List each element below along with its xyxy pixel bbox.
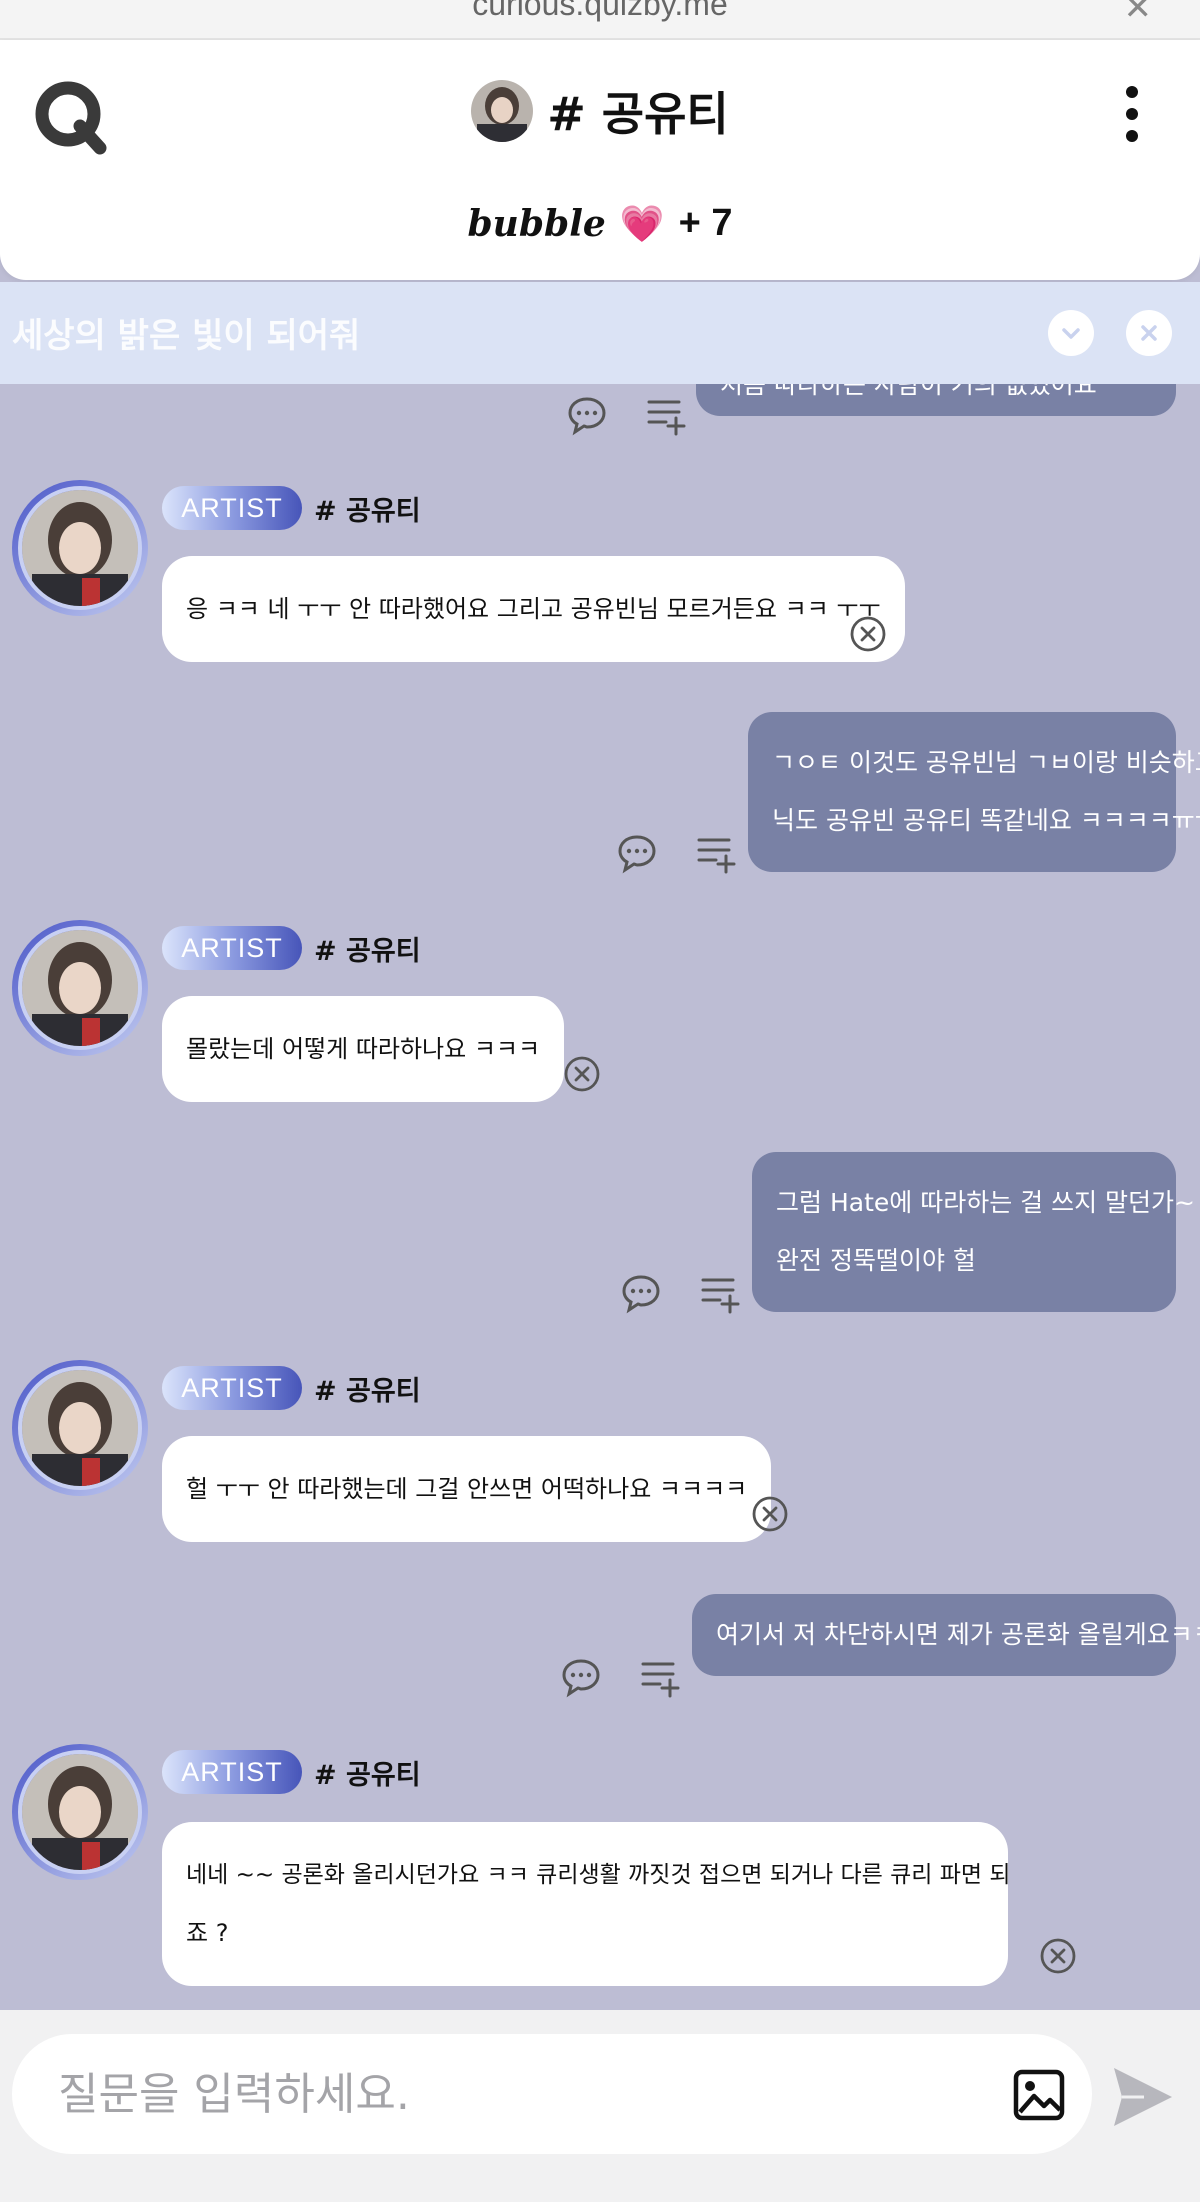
message-input-bar xyxy=(0,2010,1200,2202)
channel-title: # 공유티 xyxy=(547,87,729,141)
bubble-label: bubble xyxy=(467,202,606,245)
fan-message-bubble: 여기서 저 차단하시면 제가 공론화 올릴게요ㅋㅋ xyxy=(692,1594,1200,1676)
fan-message-actions xyxy=(566,394,688,436)
artist-avatar[interactable] xyxy=(12,480,148,616)
fan-message-text: 여기서 저 차단하시면 제가 공론화 올릴게요ㅋㅋ xyxy=(716,1620,1200,1649)
chat-area[interactable]: 처음 따라하는 사람이 거의 없었어요 ARTIST # 공유티 응 ㅋㅋ 네 … xyxy=(0,384,1200,2010)
bubble-count: + 7 xyxy=(678,202,733,244)
artist-message-bubble: 응 ㅋㅋ 네 ㅜㅜ 안 따라했어요 그리고 공유빈님 모르거든요 ㅋㅋ ㅜㅜ xyxy=(162,556,905,662)
artist-message-text: 헐 ㅜㅜ 안 따라했는데 그걸 안쓰면 어떡하나요 ㅋㅋㅋㅋ xyxy=(186,1475,748,1503)
fan-message-text: 완전 정뚝떨이야 헐 xyxy=(776,1246,976,1275)
close-banner-icon[interactable] xyxy=(1126,310,1172,356)
reply-chat-icon[interactable] xyxy=(566,394,608,436)
add-to-playlist-icon[interactable] xyxy=(696,832,738,874)
artist-tag: ARTIST # 공유티 xyxy=(162,926,421,970)
artist-message-bubble: 헐 ㅜㅜ 안 따라했는데 그걸 안쓰면 어떡하나요 ㅋㅋㅋㅋ xyxy=(162,1436,772,1542)
fan-message-bubble: 처음 따라하는 사람이 거의 없었어요 xyxy=(696,384,1176,416)
url-text[interactable]: curious.quizby.me xyxy=(0,0,1200,23)
fan-message-text: ㄱㅇㅌ 이것도 공유빈님 ㄱㅂ이랑 비슷하고 xyxy=(772,748,1200,777)
fan-message-actions xyxy=(620,1272,742,1314)
artist-tag: ARTIST # 공유티 xyxy=(162,1750,421,1794)
artist-name: # 공유티 xyxy=(314,1759,421,1791)
artist-message-bubble: 몰랐는데 어떻게 따라하나요 ㅋㅋㅋ xyxy=(162,996,565,1102)
expand-chevron-down-icon[interactable] xyxy=(1048,310,1094,356)
fan-message-text: 그럼 Hate에 따라하는 걸 쓰지 말던가~ xyxy=(776,1188,1195,1217)
dismiss-circle-icon[interactable] xyxy=(1038,1936,1078,1976)
browser-url-bar[interactable]: curious.quizby.me ✕ xyxy=(0,0,1200,40)
dismiss-circle-icon[interactable] xyxy=(562,1054,602,1094)
artist-name: # 공유티 xyxy=(314,935,421,967)
question-input[interactable] xyxy=(58,2062,958,2126)
more-options-icon[interactable] xyxy=(1122,86,1142,142)
dismiss-circle-icon[interactable] xyxy=(750,1494,790,1534)
fan-message-text: 닉도 공유빈 공유티 똑같네요 ㅋㅋㅋㅋㅠㅠㅋ xyxy=(772,806,1200,835)
notice-banner: 세상의 밝은 빛이 되어줘 xyxy=(0,282,1200,384)
artist-message-bubble: 네네 ~~ 공론화 올리시던가요 ㅋㅋ 큐리생활 까짓것 접으면 되거나 다른 … xyxy=(162,1822,1011,1986)
artist-name: # 공유티 xyxy=(314,495,421,527)
artist-badge: ARTIST xyxy=(162,926,302,970)
send-icon[interactable] xyxy=(1110,2064,1176,2130)
add-to-playlist-icon[interactable] xyxy=(640,1656,682,1698)
add-to-playlist-icon[interactable] xyxy=(646,394,688,436)
artist-avatar[interactable] xyxy=(12,1360,148,1496)
artist-badge: ARTIST xyxy=(162,1366,302,1410)
close-tab-icon[interactable]: ✕ xyxy=(1124,0,1153,28)
artist-message-text: 응 ㅋㅋ 네 ㅜㅜ 안 따라했어요 그리고 공유빈님 모르거든요 ㅋㅋ ㅜㅜ xyxy=(186,595,881,623)
artist-message-text: 몰랐는데 어떻게 따라하나요 ㅋㅋㅋ xyxy=(186,1035,541,1063)
artist-badge: ARTIST xyxy=(162,486,302,530)
dismiss-circle-icon[interactable] xyxy=(848,614,888,654)
chat-header: # 공유티 bubble 💗 + 7 xyxy=(0,40,1200,280)
artist-message-text: 죠 ? xyxy=(186,1919,229,1947)
fan-message-actions xyxy=(560,1656,682,1698)
banner-text: 세상의 밝은 빛이 되어줘 xyxy=(12,316,361,356)
attach-image-icon[interactable] xyxy=(1012,2068,1066,2122)
artist-message-text: 네네 ~~ 공론화 올리시던가요 ㅋㅋ 큐리생활 까짓것 접으면 되거나 다른 … xyxy=(186,1862,1011,1888)
artist-tag: ARTIST # 공유티 xyxy=(162,486,421,530)
bubble-subscribers: bubble 💗 + 7 xyxy=(0,202,1200,245)
artist-tag: ARTIST # 공유티 xyxy=(162,1366,421,1410)
add-to-playlist-icon[interactable] xyxy=(700,1272,742,1314)
artist-badge: ARTIST xyxy=(162,1750,302,1794)
reply-chat-icon[interactable] xyxy=(620,1272,662,1314)
fan-message-text: 처음 따라하는 사람이 거의 없었어요 xyxy=(720,384,1097,399)
reply-chat-icon[interactable] xyxy=(560,1656,602,1698)
heart-icon: 💗 xyxy=(619,203,665,245)
question-input-box[interactable] xyxy=(12,2034,1092,2154)
channel-avatar xyxy=(471,80,534,142)
fan-message-bubble: ㄱㅇㅌ 이것도 공유빈님 ㄱㅂ이랑 비슷하고 닉도 공유빈 공유티 똑같네요 ㅋ… xyxy=(748,712,1200,872)
artist-avatar[interactable] xyxy=(12,1744,148,1880)
fan-message-bubble: 그럼 Hate에 따라하는 걸 쓰지 말던가~ 완전 정뚝떨이야 헐 xyxy=(752,1152,1195,1312)
fan-message-actions xyxy=(616,832,738,874)
artist-avatar[interactable] xyxy=(12,920,148,1056)
artist-name: # 공유티 xyxy=(314,1375,421,1407)
reply-chat-icon[interactable] xyxy=(616,832,658,874)
